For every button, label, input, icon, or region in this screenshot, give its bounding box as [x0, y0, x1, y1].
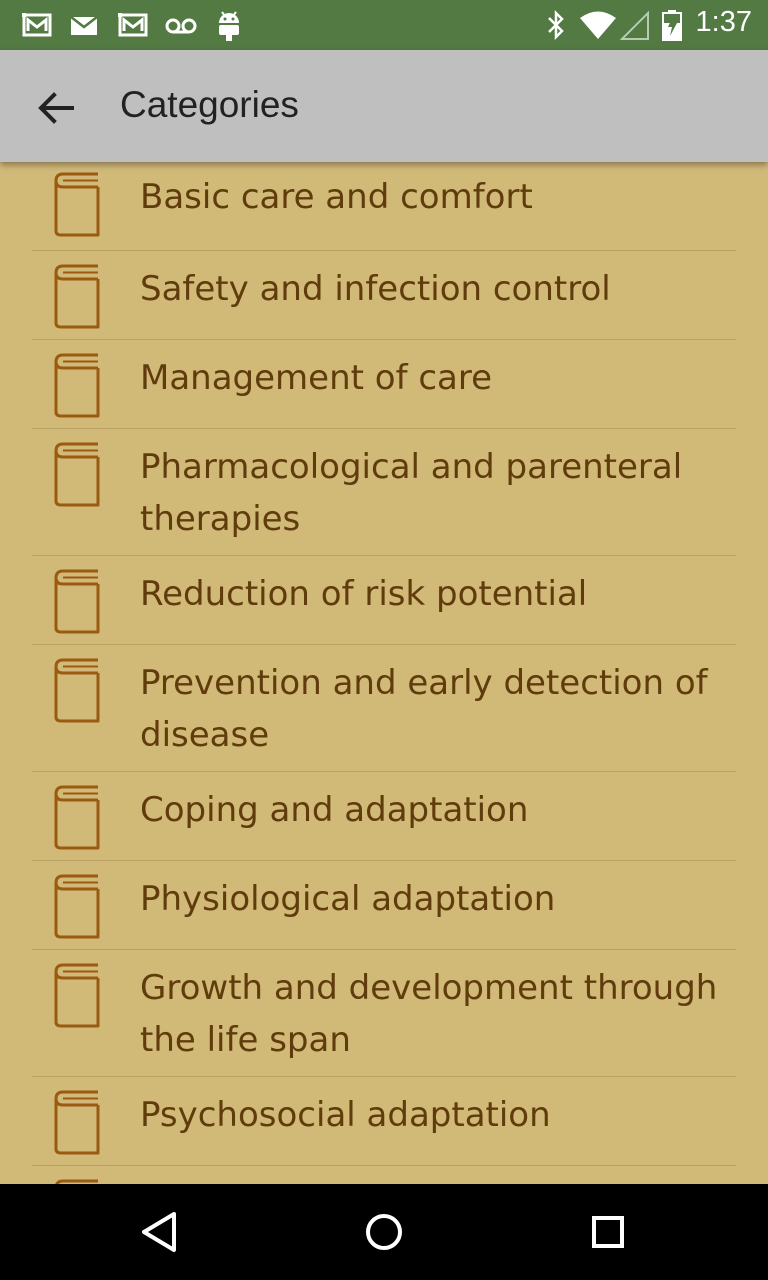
- signal-icon: [620, 10, 649, 40]
- category-label: Pharmacological and parenteral therapies: [140, 447, 683, 539]
- list-item-partial[interactable]: [32, 1166, 736, 1184]
- navigation-bar: [0, 1184, 768, 1280]
- category-label: Safety and infection control: [140, 269, 611, 309]
- wifi-icon: [580, 11, 616, 39]
- list-item[interactable]: Reduction of risk potential: [32, 556, 736, 645]
- arrow-back-icon[interactable]: [30, 82, 82, 134]
- back-triangle-icon[interactable]: [134, 1206, 186, 1258]
- book-icon: [54, 353, 100, 418]
- book-icon: [54, 963, 100, 1028]
- list-item[interactable]: Psychosocial adaptation: [32, 1077, 736, 1166]
- book-icon: [54, 172, 100, 237]
- bluetooth-icon: [548, 9, 564, 41]
- voicemail-icon: [165, 18, 197, 34]
- category-list[interactable]: Basic care and comfort Safety and infect…: [0, 162, 768, 1184]
- list-item[interactable]: Coping and adaptation: [32, 772, 736, 861]
- gmail-icon: [22, 13, 52, 37]
- home-circle-icon[interactable]: [358, 1206, 410, 1258]
- battery-charging-icon: [662, 10, 682, 41]
- status-time: 1:37: [695, 6, 752, 38]
- book-icon: [54, 569, 100, 634]
- book-icon: [54, 1090, 100, 1155]
- category-label: Reduction of risk potential: [140, 574, 588, 614]
- status-bar: 1:37: [0, 0, 768, 50]
- email-icon: [70, 16, 98, 35]
- list-item[interactable]: Growth and development through the life …: [32, 950, 736, 1077]
- list-item[interactable]: Prevention and early detection of diseas…: [32, 645, 736, 772]
- android-icon: [219, 11, 239, 41]
- category-label: Coping and adaptation: [140, 790, 529, 830]
- category-label: Prevention and early detection of diseas…: [140, 663, 708, 755]
- category-label: Basic care and comfort: [140, 177, 533, 217]
- recents-square-icon[interactable]: [582, 1206, 634, 1258]
- list-item[interactable]: Safety and infection control: [32, 251, 736, 340]
- gmail-icon: [118, 13, 148, 37]
- book-icon: [54, 785, 100, 850]
- category-label: Management of care: [140, 358, 493, 398]
- category-label: Psychosocial adaptation: [140, 1095, 551, 1135]
- app-bar: Categories: [0, 50, 768, 162]
- list-item[interactable]: Management of care: [32, 340, 736, 429]
- list-item[interactable]: Pharmacological and parenteral therapies: [32, 429, 736, 556]
- page-title: Categories: [120, 84, 299, 125]
- category-label: Growth and development through the life …: [140, 968, 718, 1060]
- book-icon: [54, 874, 100, 939]
- list-item[interactable]: Physiological adaptation: [32, 861, 736, 950]
- list-item[interactable]: Basic care and comfort: [32, 162, 736, 251]
- book-icon: [54, 264, 100, 329]
- book-icon: [54, 442, 100, 507]
- category-label: Physiological adaptation: [140, 879, 556, 919]
- book-icon: [54, 658, 100, 723]
